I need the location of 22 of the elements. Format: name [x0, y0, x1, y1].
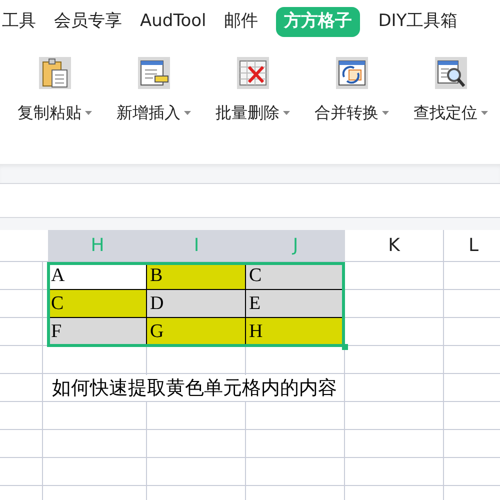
- table-cell: E: [246, 290, 345, 318]
- caret-icon: [382, 111, 388, 115]
- tool-menu-button[interactable]: 新增插入: [116, 101, 190, 125]
- table-cell: D: [147, 290, 246, 318]
- cell-text: 如何快速提取黄色单元格内的内容: [52, 375, 337, 401]
- tool-menu-button[interactable]: 查找定位: [414, 101, 488, 125]
- tool-menu-button[interactable]: 复制粘贴: [18, 101, 92, 125]
- table-cell: H: [246, 318, 345, 346]
- caret-icon: [282, 111, 290, 115]
- table-cell: G: [147, 318, 246, 346]
- tool-menu-button[interactable]: 批量删除: [216, 101, 290, 125]
- ribbon-tab[interactable]: DIY工具箱: [378, 7, 458, 37]
- tool-menu-button[interactable]: 合并转换: [314, 101, 388, 125]
- caret-icon: [84, 111, 92, 115]
- table-cell: F: [48, 318, 147, 346]
- caret-icon: [184, 111, 190, 115]
- ribbon-tab[interactable]: 会员专享: [54, 7, 122, 37]
- ribbon-tab[interactable]: 工具: [2, 7, 36, 37]
- table-cell: C: [48, 290, 147, 318]
- caret-icon: [480, 111, 488, 115]
- ribbon-tab[interactable]: 邮件: [224, 7, 258, 37]
- ribbon-tab[interactable]: AudTool: [140, 7, 206, 37]
